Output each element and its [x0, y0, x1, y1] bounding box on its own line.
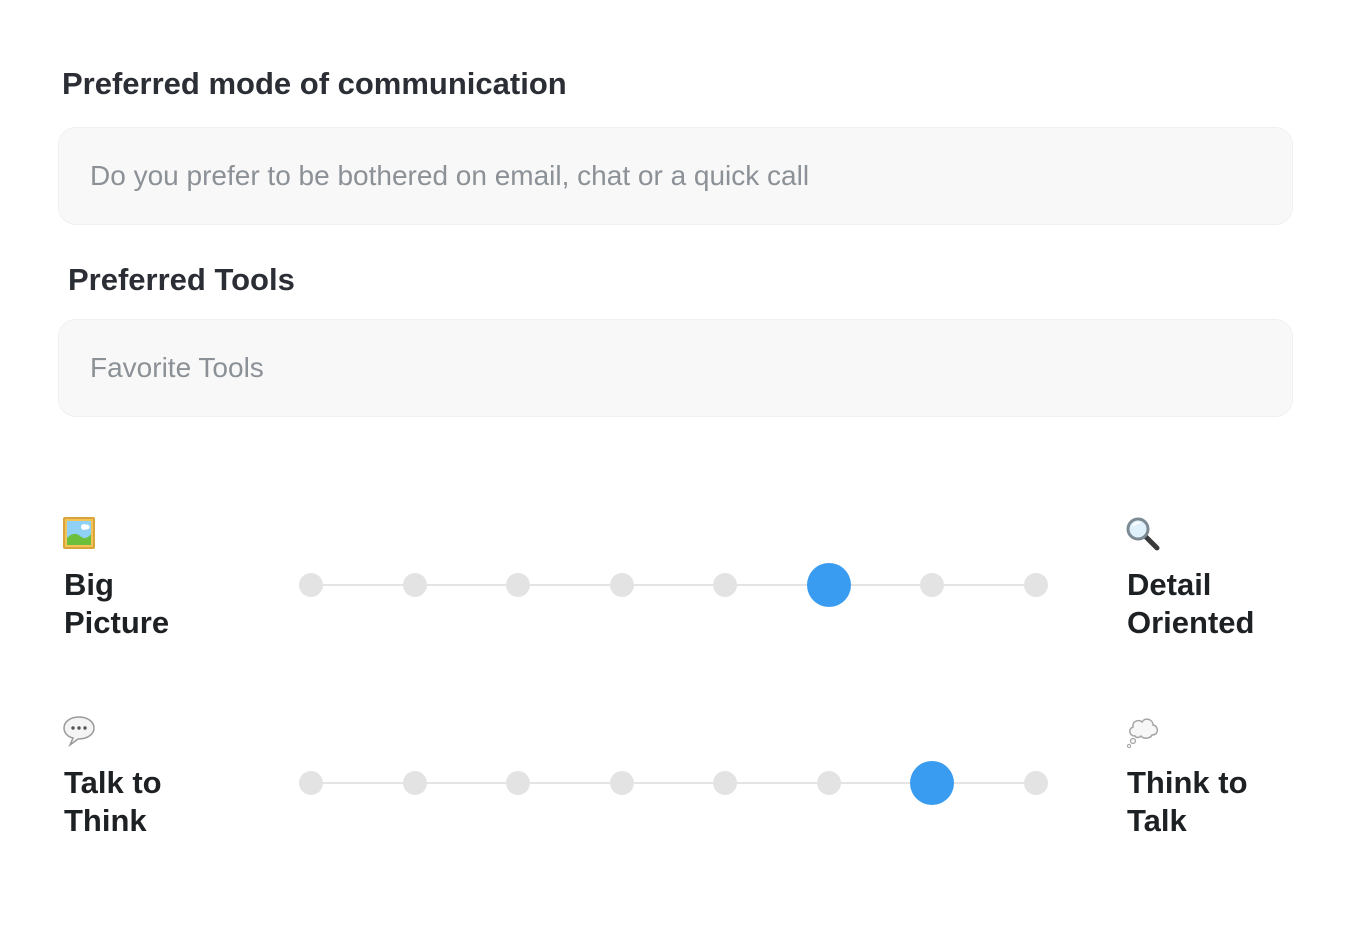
detail-oriented-label: Detail Oriented: [1127, 567, 1255, 640]
scale-option[interactable]: [610, 771, 634, 795]
big-picture-label: Big Picture: [64, 567, 170, 640]
scale-option-selected[interactable]: [910, 761, 954, 805]
tools-label: Preferred Tools: [68, 262, 295, 297]
scale-option-selected[interactable]: [807, 563, 851, 607]
big-picture-detail-scale: Big Picture Detail Oriented: [0, 510, 1360, 650]
scale-option[interactable]: [1024, 771, 1048, 795]
scale-option[interactable]: [920, 573, 944, 597]
think-to-talk-label: Think to Talk: [1127, 765, 1248, 838]
speech-bubble-icon: [62, 714, 98, 750]
scale-option[interactable]: [713, 771, 737, 795]
talk-think-scale: Talk to Think Think to Talk: [0, 708, 1360, 848]
scale-option[interactable]: [403, 771, 427, 795]
scale-option[interactable]: [299, 573, 323, 597]
scale-option[interactable]: [1024, 573, 1048, 597]
scale-option[interactable]: [610, 573, 634, 597]
scale-option[interactable]: [817, 771, 841, 795]
scale-option[interactable]: [403, 573, 427, 597]
communication-input[interactable]: [58, 127, 1293, 225]
thought-bubble-icon: [1125, 714, 1161, 750]
framed-picture-icon: [62, 516, 98, 552]
scale-option[interactable]: [713, 573, 737, 597]
tools-input[interactable]: [58, 319, 1293, 417]
talk-to-think-label: Talk to Think: [64, 765, 162, 838]
scale-option[interactable]: [506, 771, 530, 795]
magnifying-glass-icon: [1125, 516, 1161, 552]
scale-option[interactable]: [506, 573, 530, 597]
communication-label: Preferred mode of communication: [62, 66, 567, 101]
scale-option[interactable]: [299, 771, 323, 795]
